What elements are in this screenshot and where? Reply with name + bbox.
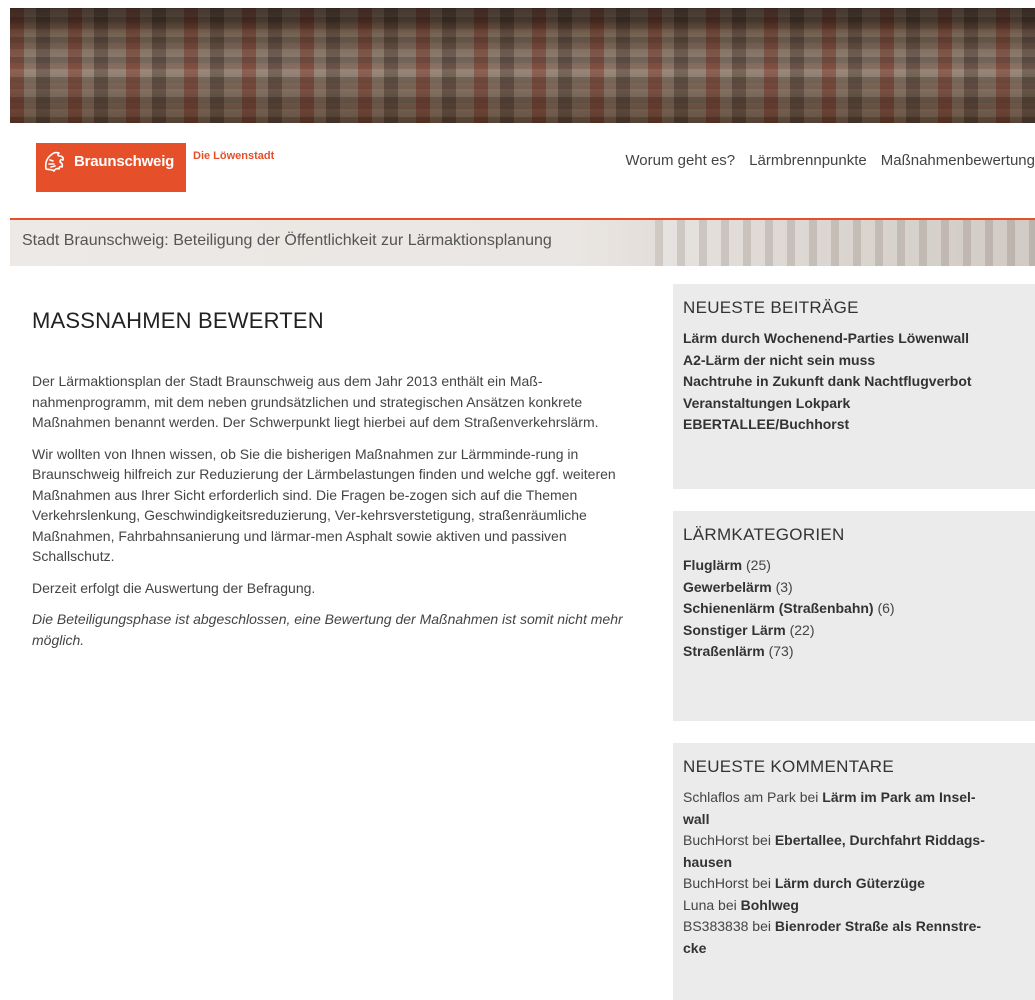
category-item: Straßenlärm (73) xyxy=(683,641,1025,663)
recent-post-link[interactable]: A2-Lärm der nicht sein muss xyxy=(683,352,875,368)
city-banner-image xyxy=(10,8,1035,123)
category-item: Fluglärm (25) xyxy=(683,555,1025,577)
category-link[interactable]: Sonstiger Lärm xyxy=(683,622,786,638)
lion-icon xyxy=(44,151,65,172)
category-item: Schienenlärm (Straßenbahn) (6) xyxy=(683,598,1025,620)
nav-item-worum-geht-es[interactable]: Worum geht es? xyxy=(625,152,735,169)
comment-post-link[interactable]: Ebertallee, Durchfahrt Riddags- xyxy=(775,832,985,848)
widget-title-categories: LÄRMKATEGORIEN xyxy=(683,525,845,544)
breadcrumb-bar: Stadt Braunschweig: Beteiligung der Öffe… xyxy=(10,220,1035,266)
category-link[interactable]: Straßenlärm xyxy=(683,643,765,659)
widget-title-recent-comments: NEUESTE KOMMENTARE xyxy=(683,757,894,776)
recent-post-link[interactable]: Nachtruhe in Zukunft dank Nachtflugverbo… xyxy=(683,373,972,389)
category-link[interactable]: Schienenlärm (Straßenbahn) xyxy=(683,600,874,616)
category-count: (73) xyxy=(768,643,794,659)
comment-item: Luna bei Bohlweg xyxy=(683,895,1025,917)
brand-tagline: Die Löwenstadt xyxy=(193,150,275,162)
category-count: (25) xyxy=(746,557,771,573)
comment-post-link[interactable]: Lärm im Park am Insel- xyxy=(822,789,975,805)
comment-connector: bei xyxy=(752,918,771,934)
comment-post-link[interactable]: Bohlweg xyxy=(741,897,799,913)
comment-author: Luna xyxy=(683,896,715,913)
recent-post-link[interactable]: Lärm durch Wochenend-Parties Löwenwall xyxy=(683,330,969,346)
main-content: MASSNAHMEN BEWERTEN Der Lärmaktionsplan … xyxy=(32,308,632,661)
paragraph-status: Derzeit erfolgt die Auswertung der Befra… xyxy=(32,579,316,596)
comment-author: Schlaflos am Park xyxy=(683,789,796,805)
widget-recent-posts: NEUESTE BEITRÄGE Lärm durch Wochenend-Pa… xyxy=(673,284,1035,489)
comment-item: BuchHorst bei Ebertallee, Durchfahrt Rid… xyxy=(683,830,1025,873)
breadcrumb-background-image xyxy=(655,220,1035,266)
comment-connector: bei xyxy=(752,832,771,848)
category-count: (6) xyxy=(877,600,895,616)
main-nav: Worum geht es? Lärmbrennpunkte Maßnahmen… xyxy=(625,152,1035,169)
category-item: Sonstiger Lärm (22) xyxy=(683,620,1025,642)
comment-connector: bei xyxy=(752,875,771,891)
paragraph-survey: Wir wollten von Ihnen wissen, ob Sie die… xyxy=(32,445,616,565)
recent-post-link[interactable]: Veranstaltungen Lokpark xyxy=(683,395,850,411)
category-link[interactable]: Fluglärm xyxy=(683,557,742,573)
comment-post-link[interactable]: Bienroder Straße als Rennstre- xyxy=(775,918,981,934)
banner-rooftops xyxy=(10,8,1035,123)
comment-connector: bei xyxy=(718,896,737,913)
comment-post-link-cont[interactable]: wall xyxy=(683,811,709,827)
category-count: (3) xyxy=(775,578,793,595)
nav-item-laermbrennpunkte[interactable]: Lärmbrennpunkte xyxy=(749,152,867,169)
comment-connector: bei xyxy=(799,789,819,805)
paragraph-intro: Der Lärmaktionsplan der Stadt Braunschwe… xyxy=(32,373,599,430)
widget-title-recent-posts: NEUESTE BEITRÄGE xyxy=(683,298,859,317)
brand-name: Braunschweig xyxy=(74,153,175,170)
comment-post-link-cont[interactable]: cke xyxy=(683,940,706,956)
category-count: (22) xyxy=(789,621,815,638)
recent-post-link[interactable]: EBERTALLEE/Buchhorst xyxy=(683,416,849,432)
closed-notice: Die Beteiligungsphase ist abgeschlossen,… xyxy=(32,611,623,648)
comment-author: BuchHorst xyxy=(683,875,749,891)
widget-categories: LÄRMKATEGORIEN Fluglärm (25) Gewerbelärm… xyxy=(673,511,1035,721)
category-item: Gewerbelärm (3) xyxy=(683,577,1025,599)
widget-recent-comments: NEUESTE KOMMENTARE Schlaflos am Park bei… xyxy=(673,743,1035,1000)
category-link[interactable]: Gewerbelärm xyxy=(683,579,772,595)
comment-item: Schlaflos am Park bei Lärm im Park am In… xyxy=(683,787,1025,830)
page-title: MASSNAHMEN BEWERTEN xyxy=(32,308,324,333)
breadcrumb: Stadt Braunschweig: Beteiligung der Öffe… xyxy=(22,232,552,249)
brand-logo[interactable]: Braunschweig xyxy=(36,143,186,192)
comment-post-link[interactable]: Lärm durch Güterzüge xyxy=(775,875,925,891)
comment-item: BuchHorst bei Lärm durch Güterzüge xyxy=(683,873,1025,895)
comment-post-link-cont[interactable]: hausen xyxy=(683,854,732,870)
comment-author: BS383838 xyxy=(683,918,749,934)
comment-author: BuchHorst xyxy=(683,832,749,848)
comment-item: BS383838 bei Bienroder Straße als Rennst… xyxy=(683,916,1025,959)
nav-item-massnahmenbewertung[interactable]: Maßnahmenbewertung xyxy=(881,152,1035,169)
